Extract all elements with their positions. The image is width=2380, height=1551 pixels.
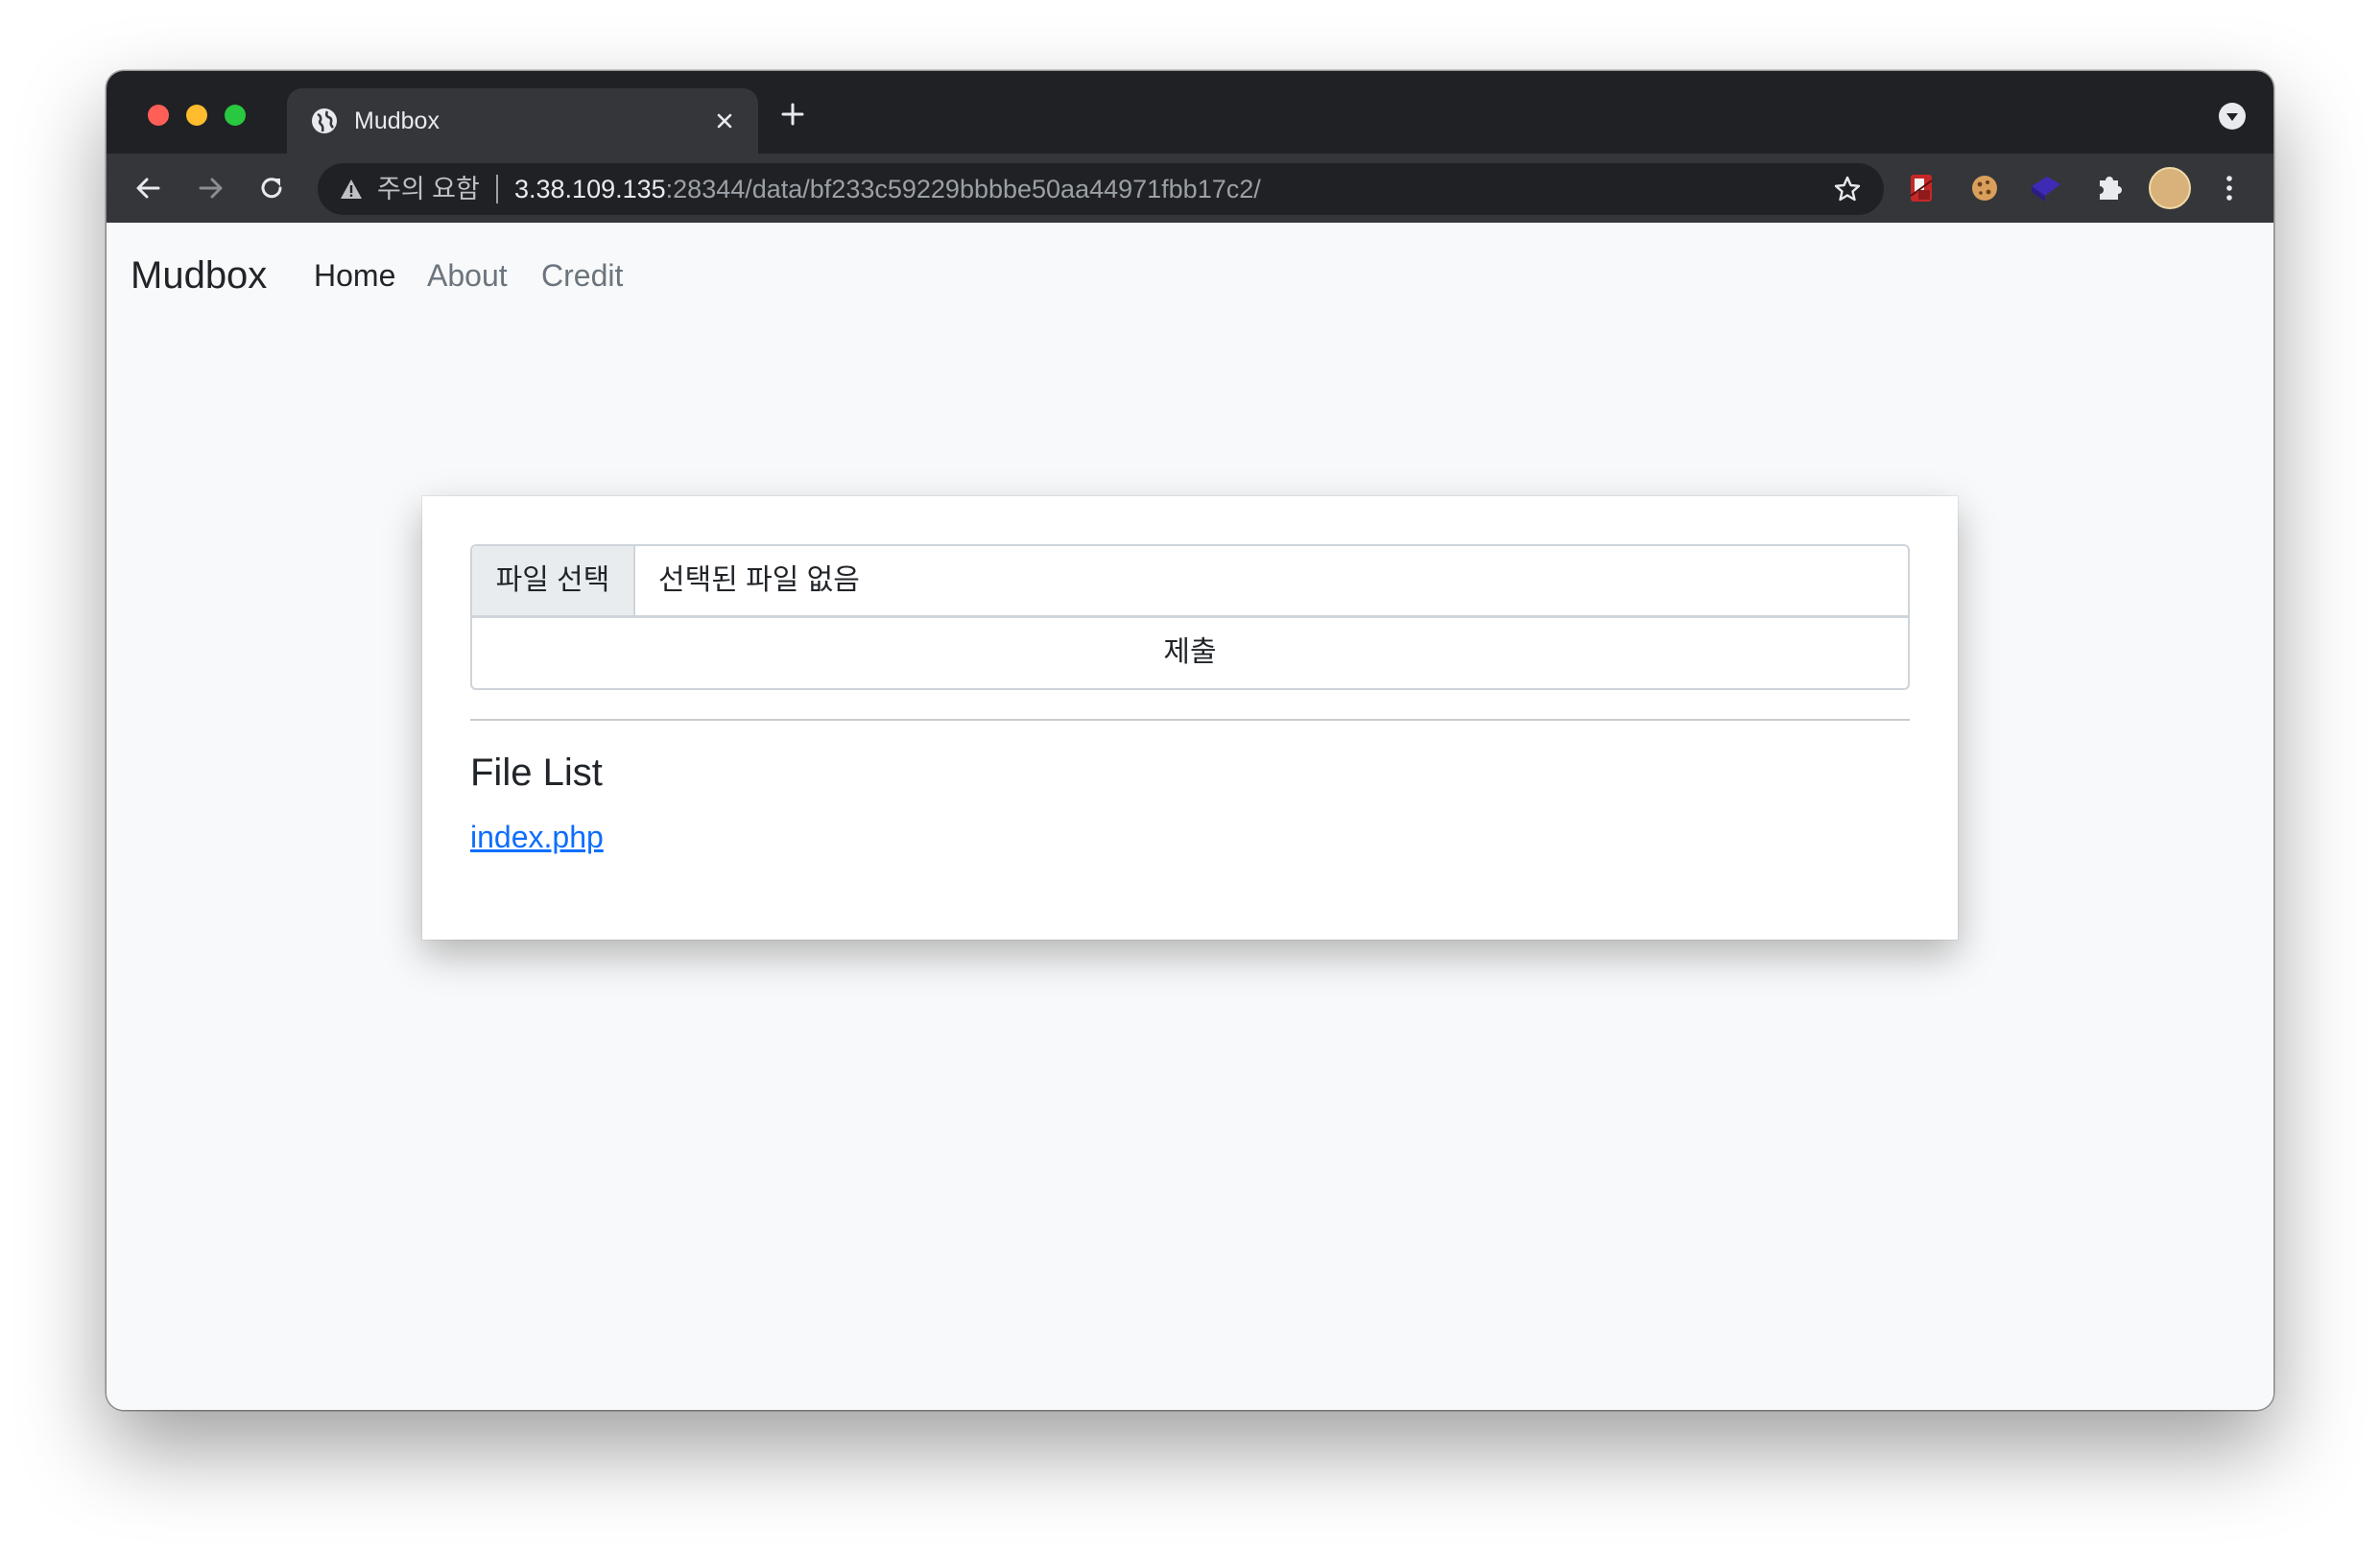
profile-avatar[interactable]	[2149, 167, 2191, 209]
plus-icon[interactable]	[771, 92, 815, 136]
navbar-brand[interactable]: Mudbox	[131, 251, 267, 299]
globe-icon	[312, 108, 337, 133]
page-content: Mudbox Home About Credit 파일 선택 선택된 파일 없음…	[107, 223, 2273, 1410]
warning-icon[interactable]	[339, 177, 364, 202]
minimize-window-button[interactable]	[186, 105, 207, 126]
nav-link-about[interactable]: About	[427, 254, 508, 297]
menu-dots-icon[interactable]	[2208, 167, 2250, 209]
tab-search-icon[interactable]	[2218, 102, 2247, 131]
close-window-button[interactable]	[148, 105, 169, 126]
navbar: Mudbox Home About Credit	[107, 223, 2273, 328]
browser-tab[interactable]: Mudbox	[287, 88, 758, 154]
nav-link-home[interactable]: Home	[314, 254, 395, 297]
maximize-window-button[interactable]	[225, 105, 246, 126]
address-bar[interactable]: 주의 요함 3.38.109.135:28344/data/bf233c5922…	[318, 163, 1884, 215]
choose-file-button[interactable]: 파일 선택	[472, 546, 635, 615]
nav-link-credit[interactable]: Credit	[541, 254, 623, 297]
browser-toolbar: 주의 요함 3.38.109.135:28344/data/bf233c5922…	[107, 154, 2273, 288]
extension-red-icon[interactable]	[1901, 167, 1943, 209]
cookie-icon[interactable]	[1964, 167, 2006, 209]
file-list-heading: File List	[470, 752, 603, 794]
reload-icon[interactable]	[250, 167, 293, 209]
security-warning-label[interactable]: 주의 요함	[377, 173, 480, 205]
forward-arrow-icon[interactable]	[189, 167, 231, 209]
url-text[interactable]: 3.38.109.135:28344/data/bf233c59229bbbbe…	[514, 173, 1261, 205]
url-host: 3.38.109.135	[514, 175, 666, 203]
upload-card: 파일 선택 선택된 파일 없음 제출 File List index.php	[422, 496, 1958, 940]
submit-button[interactable]: 제출	[470, 617, 1910, 690]
address-separator	[496, 175, 498, 203]
close-icon[interactable]	[708, 105, 741, 137]
divider	[470, 719, 1910, 721]
url-path: :28344/data/bf233c59229bbbbe50aa44971fbb…	[665, 175, 1261, 203]
browser-window: Mudbox 주의 요함 3.38.109.135:28344/data/bf2…	[107, 71, 2273, 1410]
tab-strip: Mudbox	[107, 71, 2273, 154]
extension-purple-icon[interactable]	[2026, 167, 2068, 209]
back-arrow-icon[interactable]	[128, 167, 170, 209]
file-link[interactable]: index.php	[470, 816, 604, 858]
file-input[interactable]: 파일 선택 선택된 파일 없음	[470, 544, 1910, 617]
puzzle-icon[interactable]	[2088, 167, 2130, 209]
tab-title: Mudbox	[354, 107, 440, 134]
star-icon[interactable]	[1832, 174, 1863, 204]
file-status-text: 선택된 파일 없음	[658, 564, 860, 596]
